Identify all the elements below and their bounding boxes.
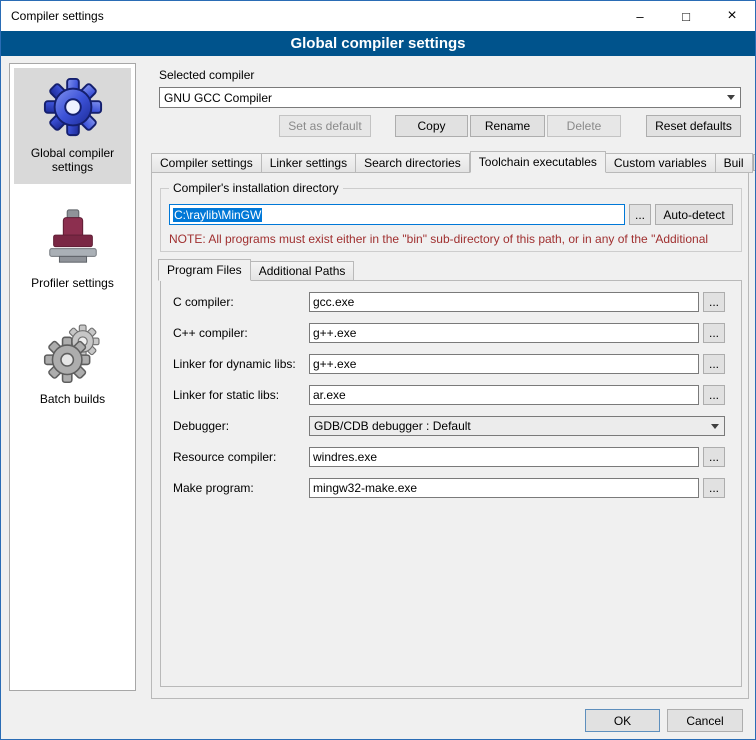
c-compiler-input[interactable] <box>309 292 699 312</box>
reset-defaults-button[interactable]: Reset defaults <box>646 115 741 137</box>
tab-scroll-left-icon[interactable]: ◄ <box>753 154 756 171</box>
static-linker-input[interactable] <box>309 385 699 405</box>
program-tab-bar: Program Files Additional Paths <box>158 260 354 281</box>
copy-button[interactable]: Copy <box>395 115 468 137</box>
resource-compiler-input[interactable] <box>309 447 699 467</box>
tab-toolchain-executables[interactable]: Toolchain executables <box>470 151 606 173</box>
make-program-input[interactable] <box>309 478 699 498</box>
debugger-value: GDB/CDB debugger : Default <box>314 419 471 433</box>
page-title: Global compiler settings <box>1 31 755 56</box>
static-linker-row: Linker for static libs: ... <box>173 385 725 405</box>
sidebar-item-label: Profiler settings <box>31 276 114 290</box>
set-as-default-button: Set as default <box>279 115 371 137</box>
static-linker-browse-button[interactable]: ... <box>703 385 725 405</box>
tab-scroll-buttons: ◄ ► <box>753 154 756 173</box>
dynamic-linker-input[interactable] <box>309 354 699 374</box>
tab-program-files[interactable]: Program Files <box>158 259 251 281</box>
sidebar-item-profiler-settings[interactable]: Profiler settings <box>14 198 131 300</box>
dynamic-linker-row: Linker for dynamic libs: ... <box>173 354 725 374</box>
chevron-down-icon <box>722 89 739 106</box>
debugger-label: Debugger: <box>173 419 309 433</box>
dynamic-linker-label: Linker for dynamic libs: <box>173 357 309 371</box>
tab-search-directories[interactable]: Search directories <box>356 153 470 173</box>
ok-button[interactable]: OK <box>585 709 660 732</box>
resource-compiler-browse-button[interactable]: ... <box>703 447 725 467</box>
gray-gears-icon <box>42 322 104 384</box>
profiler-tool-icon <box>42 206 104 268</box>
tab-additional-paths[interactable]: Additional Paths <box>251 261 355 281</box>
make-program-row: Make program: ... <box>173 478 725 498</box>
static-linker-label: Linker for static libs: <box>173 388 309 402</box>
window-controls: – □ × <box>617 1 755 31</box>
sidebar-item-label: Global compiler settings <box>16 146 129 174</box>
close-icon[interactable]: × <box>709 1 755 31</box>
maximize-icon[interactable]: □ <box>663 1 709 31</box>
sidebar-item-batch-builds[interactable]: Batch builds <box>14 314 131 416</box>
c-compiler-row: C compiler: ... <box>173 292 725 312</box>
tab-custom-variables[interactable]: Custom variables <box>606 153 716 173</box>
compiler-settings-window: Compiler settings – □ × Global compiler … <box>0 0 756 740</box>
toolchain-executables-page: Compiler's installation directory C:\ray… <box>151 172 749 699</box>
c-compiler-browse-button[interactable]: ... <box>703 292 725 312</box>
chevron-down-icon <box>706 418 723 434</box>
debugger-select[interactable]: GDB/CDB debugger : Default <box>309 416 725 436</box>
tab-linker-settings[interactable]: Linker settings <box>262 153 356 173</box>
selected-compiler-value: GNU GCC Compiler <box>164 91 272 105</box>
cpp-compiler-label: C++ compiler: <box>173 326 309 340</box>
make-program-browse-button[interactable]: ... <box>703 478 725 498</box>
cpp-compiler-input[interactable] <box>309 323 699 343</box>
cancel-button[interactable]: Cancel <box>667 709 743 732</box>
tab-compiler-settings[interactable]: Compiler settings <box>151 153 262 173</box>
sidebar-item-label: Batch builds <box>40 392 105 406</box>
blue-gear-icon <box>42 76 104 138</box>
selected-compiler-label: Selected compiler <box>159 68 254 82</box>
delete-button: Delete <box>547 115 621 137</box>
settings-tab-bar: Compiler settings Linker settings Search… <box>151 151 749 173</box>
rename-button[interactable]: Rename <box>470 115 545 137</box>
inner-page-wrap: C compiler: ... C++ compiler: ... Linker… <box>160 173 742 698</box>
minimize-icon[interactable]: – <box>617 1 663 31</box>
program-files-page: C compiler: ... C++ compiler: ... Linker… <box>160 280 742 687</box>
tab-build-options-truncated[interactable]: Buil <box>716 153 753 173</box>
make-program-label: Make program: <box>173 481 309 495</box>
dynamic-linker-browse-button[interactable]: ... <box>703 354 725 374</box>
debugger-row: Debugger: GDB/CDB debugger : Default <box>173 416 725 436</box>
titlebar: Compiler settings – □ × <box>1 1 755 31</box>
resource-compiler-row: Resource compiler: ... <box>173 447 725 467</box>
c-compiler-label: C compiler: <box>173 295 309 309</box>
resource-compiler-label: Resource compiler: <box>173 450 309 464</box>
sidebar: Global compiler settings Profiler settin… <box>9 63 136 691</box>
cpp-compiler-row: C++ compiler: ... <box>173 323 725 343</box>
sidebar-item-global-compiler-settings[interactable]: Global compiler settings <box>14 68 131 184</box>
cpp-compiler-browse-button[interactable]: ... <box>703 323 725 343</box>
compiler-button-row: Set as default Copy Rename Delete Reset … <box>159 115 741 137</box>
main-panel: Selected compiler GNU GCC Compiler Set a… <box>151 63 749 699</box>
window-title: Compiler settings <box>11 9 104 23</box>
selected-compiler-select[interactable]: GNU GCC Compiler <box>159 87 741 108</box>
